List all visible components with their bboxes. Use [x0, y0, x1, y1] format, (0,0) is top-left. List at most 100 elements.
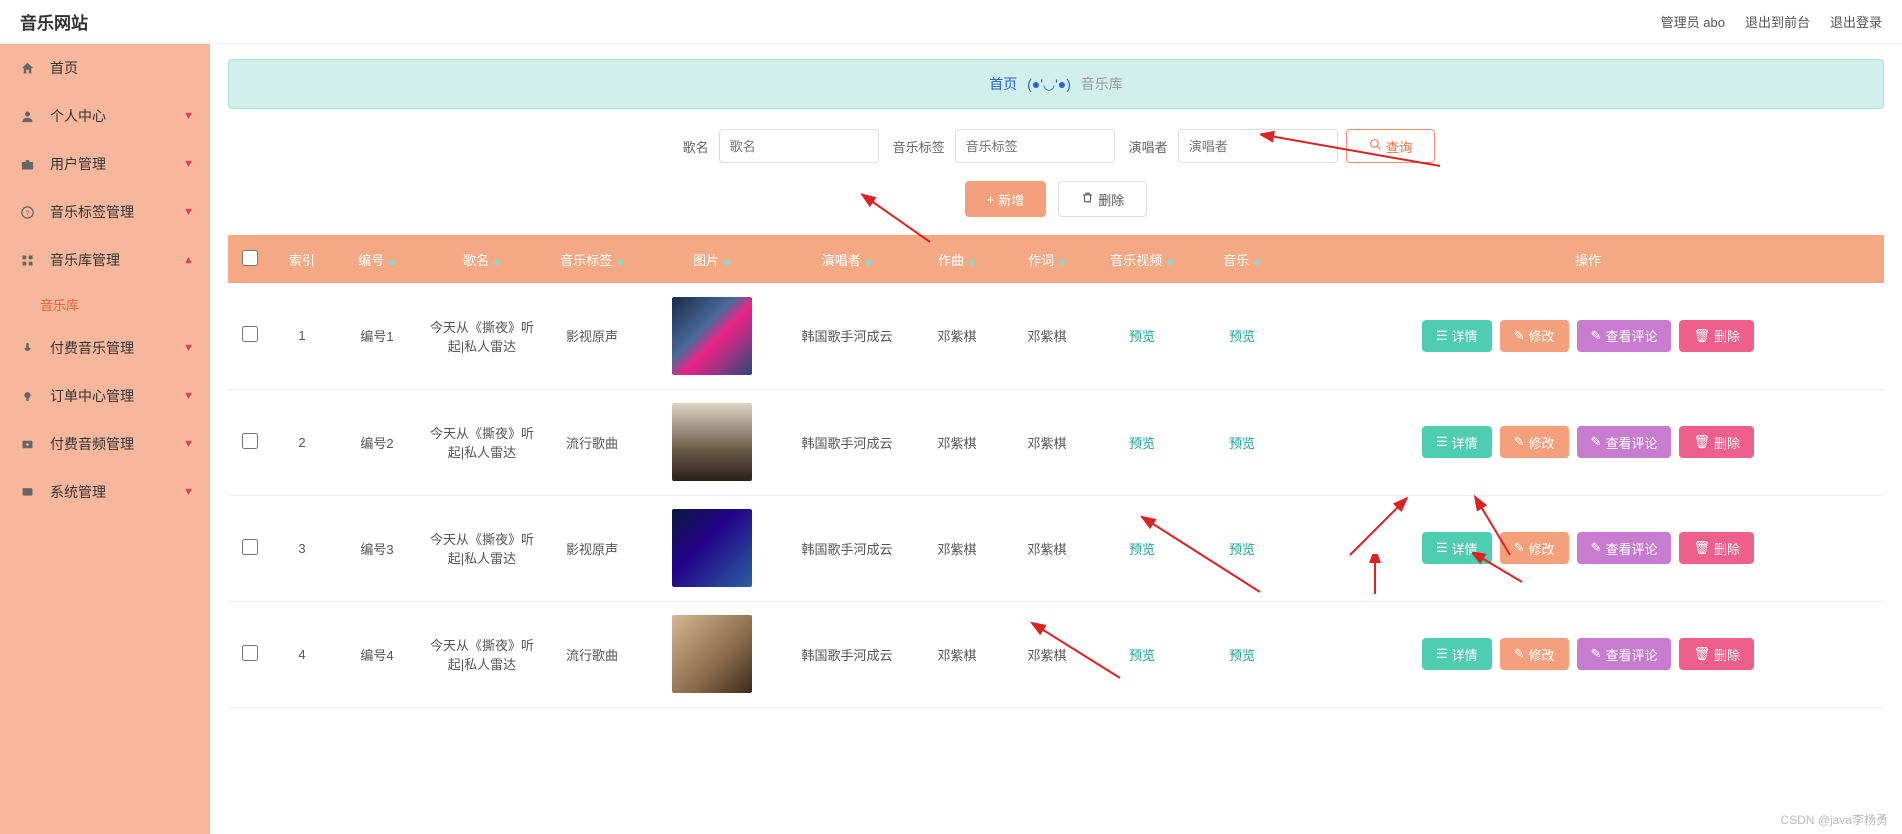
cell-thumbnail[interactable] — [672, 509, 752, 587]
search-song-input[interactable] — [719, 129, 879, 163]
detail-button[interactable]: ☰ 详情 — [1422, 320, 1492, 352]
nav-sub-library[interactable]: 音乐库 — [0, 284, 210, 324]
table-row: 4编号4今天从《撕夜》听起|私人雷达流行歌曲韩国歌手河成云邓紫棋邓紫棋预览预览☰… — [228, 601, 1884, 707]
main-content: 首页 (●'◡'●) 音乐库 歌名 音乐标签 演唱者 查询 + 新增 删除 索引 — [210, 44, 1902, 834]
cell-lyricist: 邓紫棋 — [1002, 283, 1092, 389]
cell-singer: 韩国歌手河成云 — [782, 389, 912, 495]
logout-link[interactable]: 退出登录 — [1830, 12, 1882, 31]
pencil-icon: ✎ — [1514, 646, 1525, 662]
add-button[interactable]: + 新增 — [965, 181, 1047, 217]
nav-paid-music[interactable]: 付费音乐管理 ▼ — [0, 324, 210, 372]
list-icon: ☰ — [1436, 646, 1448, 662]
bulk-delete-button[interactable]: 删除 — [1058, 181, 1147, 217]
row-checkbox[interactable] — [242, 539, 258, 555]
detail-button[interactable]: ☰ 详情 — [1422, 426, 1492, 458]
row-actions: ☰ 详情✎ 修改✎ 查看评论🗑 删除 — [1292, 526, 1884, 570]
comments-button[interactable]: ✎ 查看评论 — [1577, 638, 1672, 670]
nav-system[interactable]: 系统管理 ▼ — [0, 468, 210, 516]
breadcrumb: 首页 (●'◡'●) 音乐库 — [228, 59, 1884, 109]
edit-button[interactable]: ✎ 修改 — [1500, 426, 1569, 458]
cell-name: 今天从《撕夜》听起|私人雷达 — [422, 283, 542, 389]
grid-icon — [20, 253, 38, 268]
cell-thumbnail[interactable] — [672, 615, 752, 693]
sort-icon[interactable]: ◆ — [1058, 257, 1066, 268]
table-row: 2编号2今天从《撕夜》听起|私人雷达流行歌曲韩国歌手河成云邓紫棋邓紫棋预览预览☰… — [228, 389, 1884, 495]
admin-label[interactable]: 管理员 abo — [1661, 12, 1725, 31]
briefcase-icon — [20, 157, 38, 172]
delete-button[interactable]: 🗑 删除 — [1679, 638, 1754, 670]
cell-composer: 邓紫棋 — [912, 601, 1002, 707]
comments-button[interactable]: ✎ 查看评论 — [1577, 426, 1672, 458]
site-logo: 音乐网站 — [20, 9, 88, 34]
plus-icon: + — [987, 192, 995, 207]
row-checkbox[interactable] — [242, 433, 258, 449]
cell-lyricist: 邓紫棋 — [1002, 495, 1092, 601]
video-preview-link[interactable]: 预览 — [1129, 329, 1155, 344]
breadcrumb-home[interactable]: 首页 — [989, 76, 1017, 92]
trash-icon: 🗑 — [1693, 646, 1710, 662]
sort-icon[interactable]: ◆ — [865, 257, 873, 268]
nav-profile[interactable]: 个人中心 ▼ — [0, 92, 210, 140]
edit-button[interactable]: ✎ 修改 — [1500, 320, 1569, 352]
chevron-down-icon: ▼ — [183, 342, 194, 354]
nav-users[interactable]: 用户管理 ▼ — [0, 140, 210, 188]
audio-preview-link[interactable]: 预览 — [1229, 648, 1255, 663]
video-preview-link[interactable]: 预览 — [1129, 648, 1155, 663]
comments-button[interactable]: ✎ 查看评论 — [1577, 320, 1672, 352]
row-checkbox[interactable] — [242, 326, 258, 342]
chevron-down-icon: ▼ — [183, 158, 194, 170]
cell-name: 今天从《撕夜》听起|私人雷达 — [422, 495, 542, 601]
comments-button[interactable]: ✎ 查看评论 — [1577, 532, 1672, 564]
audio-preview-link[interactable]: 预览 — [1229, 542, 1255, 557]
sort-icon[interactable]: ◆ — [968, 257, 976, 268]
video-preview-link[interactable]: 预览 — [1129, 542, 1155, 557]
search-tag-input[interactable] — [955, 129, 1115, 163]
delete-button[interactable]: 🗑 删除 — [1679, 532, 1754, 564]
video-preview-link[interactable]: 预览 — [1129, 436, 1155, 451]
pencil-icon: ✎ — [1591, 540, 1602, 556]
col-video: 音乐视频 — [1110, 253, 1162, 268]
cell-tag: 影视原声 — [542, 495, 642, 601]
row-actions: ☰ 详情✎ 修改✎ 查看评论🗑 删除 — [1292, 632, 1884, 676]
sort-icon[interactable]: ◆ — [1253, 257, 1261, 268]
sort-icon[interactable]: ◆ — [493, 257, 501, 268]
edit-button[interactable]: ✎ 修改 — [1500, 638, 1569, 670]
chevron-down-icon: ▼ — [183, 206, 194, 218]
sort-icon[interactable]: ◆ — [1166, 257, 1174, 268]
cell-tag: 影视原声 — [542, 283, 642, 389]
nav-tags[interactable]: ? 音乐标签管理 ▼ — [0, 188, 210, 236]
select-all-checkbox[interactable] — [242, 250, 258, 266]
pencil-icon: ✎ — [1514, 434, 1525, 450]
table-head: 索引 编号◆ 歌名◆ 音乐标签◆ 图片◆ 演唱者◆ 作曲◆ 作词◆ 音乐视频◆ … — [228, 235, 1884, 283]
nav-home[interactable]: 首页 — [0, 44, 210, 92]
home-icon — [20, 61, 38, 76]
detail-button[interactable]: ☰ 详情 — [1422, 638, 1492, 670]
nav-library[interactable]: 音乐库管理 ▼ — [0, 236, 210, 284]
nav-paid-audio[interactable]: 付费音频管理 ▼ — [0, 420, 210, 468]
cell-thumbnail[interactable] — [672, 403, 752, 481]
edit-button[interactable]: ✎ 修改 — [1500, 532, 1569, 564]
sort-icon[interactable]: ◆ — [388, 257, 396, 268]
nav-label: 系统管理 — [50, 482, 106, 502]
svg-text:?: ? — [26, 210, 30, 217]
row-checkbox[interactable] — [242, 645, 258, 661]
delete-button[interactable]: 🗑 删除 — [1679, 320, 1754, 352]
detail-button[interactable]: ☰ 详情 — [1422, 532, 1492, 564]
audio-preview-link[interactable]: 预览 — [1229, 436, 1255, 451]
nav-to-front[interactable]: 退出到前台 — [1745, 12, 1810, 31]
audio-preview-link[interactable]: 预览 — [1229, 329, 1255, 344]
nav-label: 首页 — [50, 58, 78, 78]
nav-label: 音乐标签管理 — [50, 202, 134, 222]
cell-singer: 韩国歌手河成云 — [782, 283, 912, 389]
search-button[interactable]: 查询 — [1346, 129, 1436, 163]
cell-lyricist: 邓紫棋 — [1002, 601, 1092, 707]
delete-button[interactable]: 🗑 删除 — [1679, 426, 1754, 458]
search-singer-input[interactable] — [1178, 129, 1338, 163]
cell-thumbnail[interactable] — [672, 297, 752, 375]
nav-orders[interactable]: 订单中心管理 ▼ — [0, 372, 210, 420]
row-actions: ☰ 详情✎ 修改✎ 查看评论🗑 删除 — [1292, 420, 1884, 464]
col-lyricist: 作词 — [1028, 253, 1054, 268]
sort-icon[interactable]: ◆ — [616, 257, 624, 268]
sort-icon[interactable]: ◆ — [723, 257, 731, 268]
nav-label: 个人中心 — [50, 106, 106, 126]
